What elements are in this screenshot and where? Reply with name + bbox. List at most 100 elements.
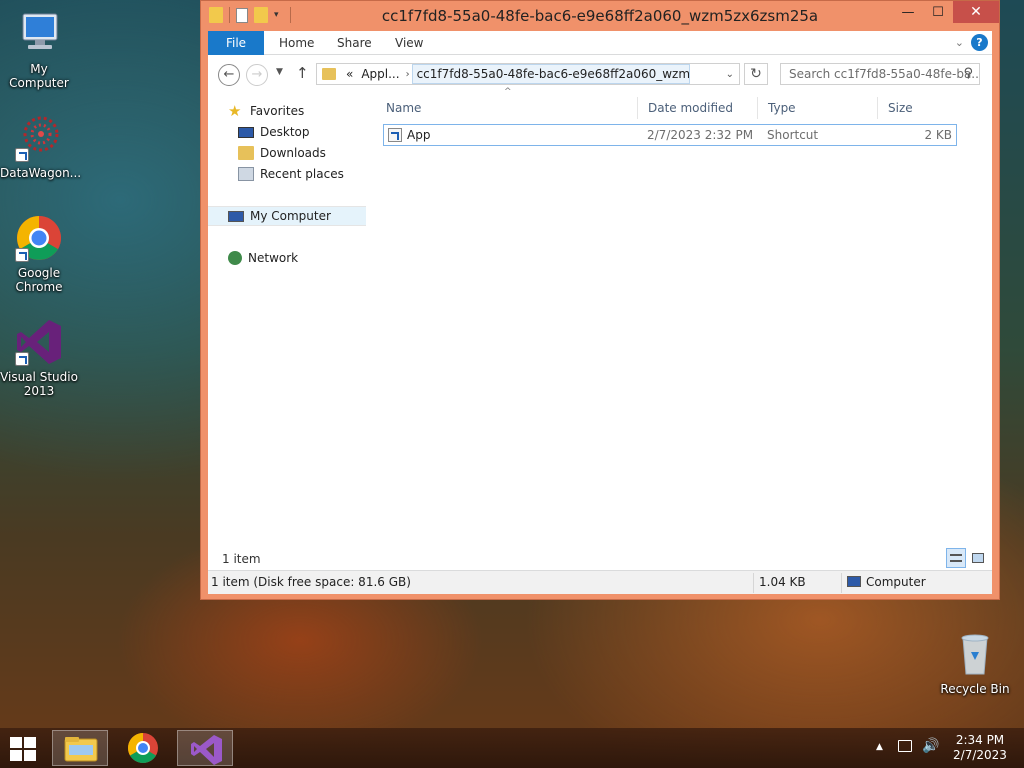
- star-icon: ★: [228, 102, 242, 120]
- tab-view[interactable]: View: [383, 31, 435, 55]
- column-header-size[interactable]: Size: [877, 97, 955, 119]
- maximize-button[interactable]: ☐: [923, 1, 953, 23]
- folder-icon: [322, 68, 336, 80]
- details-view-button[interactable]: [946, 548, 966, 568]
- recycle-bin-icon: [951, 630, 999, 678]
- clock-date: 2/7/2023: [953, 748, 1007, 762]
- address-segment-current[interactable]: cc1f7fd8-55a0-48fe-bac6-e9e68ff2a060_wzm…: [411, 64, 690, 84]
- nav-item-label: Network: [248, 251, 299, 265]
- up-arrow-icon[interactable]: ↑: [296, 64, 309, 82]
- recent-locations-icon[interactable]: ▼: [276, 67, 283, 77]
- system-clock[interactable]: 2:34 PM 2/7/2023: [948, 733, 1012, 763]
- file-name: App: [407, 128, 431, 142]
- desktop-icon: [238, 126, 254, 138]
- show-hidden-icons-button[interactable]: ▲: [876, 742, 883, 752]
- desktop-icon-visual-studio[interactable]: Visual Studio 2013: [0, 318, 78, 398]
- table-row[interactable]: App 2/7/2023 2:32 PM Shortcut 2 KB: [383, 124, 957, 146]
- expand-ribbon-icon[interactable]: ⌄: [955, 36, 964, 49]
- column-header-type[interactable]: Type: [757, 97, 877, 119]
- explorer-window: ▾ cc1f7fd8-55a0-48fe-bac6-e9e68ff2a060_w…: [200, 0, 1000, 600]
- address-segment-appl[interactable]: Appl...: [357, 67, 403, 81]
- visual-studio-icon: [15, 318, 63, 366]
- large-icons-view-button[interactable]: [968, 548, 988, 568]
- windows-logo-icon: [24, 737, 36, 748]
- file-type: Shortcut: [767, 128, 819, 142]
- forward-button[interactable]: →: [246, 64, 268, 86]
- windows-logo-icon: [24, 750, 36, 761]
- help-icon[interactable]: ?: [971, 34, 988, 51]
- tab-file[interactable]: File: [208, 31, 264, 55]
- title-bar[interactable]: ▾ cc1f7fd8-55a0-48fe-bac6-e9e68ff2a060_w…: [201, 1, 999, 31]
- nav-item-label: Desktop: [260, 125, 310, 139]
- tab-home[interactable]: Home: [267, 31, 326, 55]
- desktop-icon-label: Visual Studio 2013: [0, 370, 78, 398]
- nav-item-downloads[interactable]: Downloads: [238, 143, 326, 163]
- column-header-date-modified[interactable]: Date modified: [637, 97, 757, 119]
- downloads-icon: [238, 146, 254, 160]
- volume-icon[interactable]: 🔊: [922, 738, 939, 754]
- chevron-right-icon[interactable]: ›: [404, 69, 412, 80]
- status-bar: 1 item (Disk free space: 81.6 GB) 1.04 K…: [208, 570, 992, 594]
- computer-icon: [847, 576, 861, 587]
- address-bar[interactable]: « Appl... › cc1f7fd8-55a0-48fe-bac6-e9e6…: [316, 63, 740, 85]
- file-date-modified: 2/7/2023 2:32 PM: [647, 128, 754, 142]
- desktop-icon-label: My Computer: [9, 62, 69, 90]
- taskbar-google-chrome[interactable]: [115, 730, 171, 766]
- close-button[interactable]: ✕: [953, 1, 999, 23]
- sort-ascending-icon: ^: [504, 87, 512, 97]
- shortcut-icon: [388, 128, 402, 142]
- taskbar-file-explorer[interactable]: [52, 730, 108, 766]
- location-text: Computer: [866, 575, 926, 589]
- explorer-client: File Home Share View ⌄ ? ← → ▼ ↑ « Appl.…: [208, 31, 992, 594]
- window-controls: — ☐ ✕: [893, 1, 999, 23]
- network-icon: [228, 251, 242, 265]
- windows-logo-icon: [10, 750, 22, 761]
- nav-item-network[interactable]: Network: [228, 248, 298, 268]
- clock-time: 2:34 PM: [955, 733, 1005, 747]
- nav-item-label: Favorites: [250, 104, 305, 118]
- selection-size: 1.04 KB: [759, 575, 806, 589]
- nav-item-label: Downloads: [260, 146, 326, 160]
- large-icons-view-icon: [972, 553, 984, 563]
- search-icon[interactable]: ⚲: [963, 66, 973, 81]
- details-view-icon: [950, 554, 962, 562]
- file-explorer-icon: [64, 737, 98, 762]
- chrome-icon: [15, 214, 63, 262]
- nav-item-label: My Computer: [250, 209, 331, 223]
- file-list: ^ Name Date modified Type Size App 2/7/2…: [376, 87, 992, 561]
- nav-item-favorites[interactable]: ★ Favorites: [228, 101, 304, 121]
- nav-item-desktop[interactable]: Desktop: [238, 122, 310, 142]
- chevron-down-icon[interactable]: ⌄: [726, 69, 734, 80]
- file-size: 2 KB: [924, 128, 952, 142]
- taskbar-visual-studio[interactable]: [177, 730, 233, 766]
- disk-free-space: 1 item (Disk free space: 81.6 GB): [211, 575, 411, 589]
- nav-item-recent-places[interactable]: Recent places: [238, 164, 344, 184]
- computer-icon: [15, 10, 63, 58]
- desktop-icon-label: Recycle Bin: [940, 682, 1010, 696]
- windows-logo-icon: [10, 737, 22, 748]
- desktop-icon-google-chrome[interactable]: Google Chrome: [0, 214, 78, 294]
- column-header-name[interactable]: Name: [376, 97, 631, 119]
- desktop-icon-my-computer[interactable]: My Computer: [0, 10, 78, 90]
- shortcut-arrow-icon: [15, 248, 29, 262]
- search-placeholder: Search cc1f7fd8-55a0-48fe-ba...: [789, 67, 980, 81]
- start-button[interactable]: [10, 737, 38, 761]
- status-divider: [841, 573, 842, 593]
- chrome-icon: [127, 733, 158, 764]
- taskbar: ▲ 🔊 2:34 PM 2/7/2023: [0, 728, 1024, 768]
- location-label: Computer: [847, 575, 926, 589]
- refresh-button[interactable]: ↻: [744, 63, 768, 85]
- network-tray-icon[interactable]: [898, 740, 912, 752]
- navigation-bar: ← → ▼ ↑ « Appl... › cc1f7fd8-55a0-48fe-b…: [208, 55, 992, 93]
- desktop-icon-recycle-bin[interactable]: Recycle Bin: [936, 630, 1014, 696]
- nav-item-my-computer[interactable]: My Computer: [208, 206, 366, 226]
- computer-icon: [228, 210, 244, 222]
- address-overflow[interactable]: «: [342, 67, 357, 81]
- desktop-icon-label: DataWagon...: [0, 166, 82, 180]
- minimize-button[interactable]: —: [893, 1, 923, 23]
- item-count: 1 item: [222, 552, 261, 566]
- back-button[interactable]: ←: [218, 64, 240, 86]
- desktop-icon-datawagon[interactable]: DataWagon...: [0, 114, 82, 180]
- tab-share[interactable]: Share: [325, 31, 384, 55]
- search-input[interactable]: Search cc1f7fd8-55a0-48fe-ba... ⚲: [780, 63, 980, 85]
